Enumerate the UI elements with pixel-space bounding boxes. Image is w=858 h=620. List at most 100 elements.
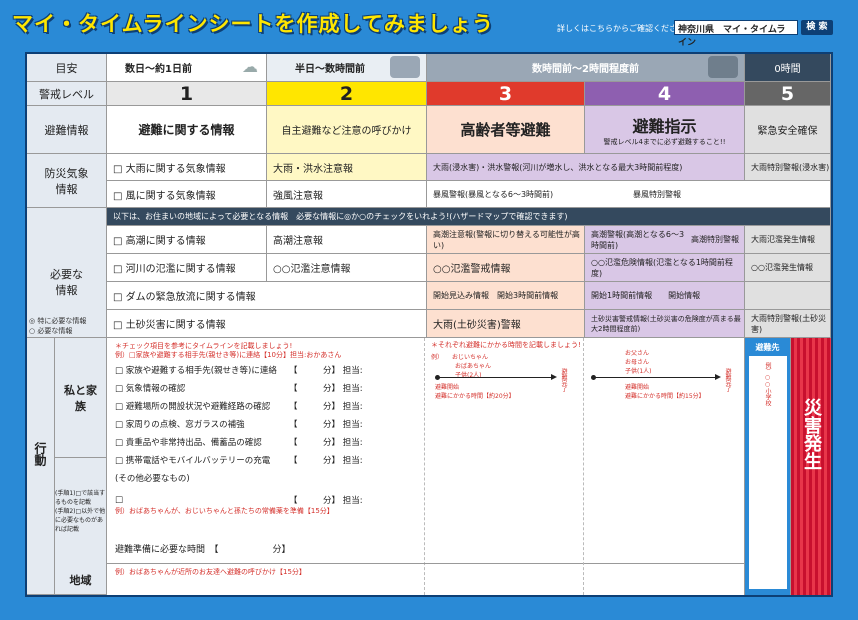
timeline-col-2-text: 半日〜数時間前	[295, 64, 365, 75]
task-label: □ 家族や避難する相手先(親せき等)に連絡	[115, 366, 277, 376]
ex1-people: 例） おじいちゃん おばあちゃん 子供(2人)	[431, 354, 492, 379]
family-tasks: ＊チェック項目を参考にタイムラインを記載しましょう! 例）□家族や避難する相手先…	[107, 338, 425, 595]
task-minutes[interactable]: 【 分】 担当:	[289, 364, 363, 376]
notice-spacer	[27, 208, 107, 226]
rain-info-check[interactable]: □ 大雨に関する気象情報	[107, 154, 267, 181]
river-info-check[interactable]: □ 河川の氾濫に関する情報	[107, 254, 267, 282]
ex2-people: お父さん お母さん 子供(1人)	[625, 350, 652, 375]
task-label: □ 避難場所の開設状況や避難経路の確認	[115, 402, 271, 412]
task-example: 例）□家族や避難する相手先(親せき等)に連絡【10分】担当:おかあさん	[115, 351, 342, 359]
task-item[interactable]: □ 家族や避難する相手先(親せき等)に連絡 【 分】 担当:	[115, 362, 421, 378]
task-label: □	[115, 495, 124, 505]
task-label: □ 気象情報の確認	[115, 384, 186, 394]
destination-input[interactable]: 例）○○小学校	[749, 356, 787, 589]
task-label: □ 携帯電話やモバイルバッテリーの充電	[115, 456, 271, 466]
timeline-row: 目安 数日〜約1日前 ☁ 半日〜数時間前 数時間前〜2時間程度前 0時間	[27, 54, 831, 82]
level-1: 1	[107, 82, 267, 106]
task-label: □ 貴重品や非常持出品、備蓄品の確認	[115, 438, 262, 448]
evac-info-l2: 自主避難など注意の呼びかけ	[267, 106, 427, 154]
search-button[interactable]: 検 索	[801, 20, 833, 35]
task-item[interactable]: □ 家周りの点検、窓ガラスの補強 【 分】 担当:	[115, 416, 421, 432]
timeline-col-3: 数時間前〜2時間程度前	[427, 54, 745, 82]
task-item[interactable]: (その他必要なもの)	[115, 470, 421, 486]
river-l3: ○○氾濫警戒情報	[427, 254, 585, 282]
dam-info-check[interactable]: □ ダムの緊急放流に関する情報	[107, 282, 427, 310]
action-label-text: 行動	[33, 442, 47, 466]
needed-row-landslide: □ 土砂災害に関する情報 大雨(土砂災害)警報 土砂災害警戒情報(土砂災害の危険…	[27, 310, 831, 338]
landslide-l3: 大雨(土砂災害)警報	[427, 310, 585, 338]
task-minutes[interactable]: 【 分】 担当:	[289, 454, 363, 466]
landslide-info-check[interactable]: □ 土砂災害に関する情報	[107, 310, 427, 338]
level-2: 2	[267, 82, 427, 106]
task-minutes[interactable]: 【 分】 担当:	[289, 400, 363, 412]
task-minutes[interactable]: 【 分】 担当:	[289, 436, 363, 448]
search-note: 詳しくはこちらからご確認ください	[557, 24, 685, 33]
area-label: 地域	[55, 565, 107, 595]
rain-cloud-icon	[708, 56, 738, 78]
needed-row-dam: □ ダムの緊急放流に関する情報 開始見込み情報 開始3時間前情報 開始1時間前情…	[27, 282, 831, 310]
wind-l2: 強風注意報	[267, 181, 427, 208]
other-example: 例）おばあちゃんが、おじいちゃんと孫たちの常備薬を準備【15分】	[115, 507, 334, 515]
timeline-col-1-text: 数日〜約1日前	[125, 64, 192, 75]
river-l5: ○○氾濫発生情報	[745, 254, 831, 282]
notice-row: 以下は、お住まいの地域によって必要となる情報 必要な情報に◎か○のチェックをいれ…	[27, 208, 831, 226]
task-item[interactable]: □ 携帯電話やモバイルバッテリーの充電 【 分】 担当:	[115, 452, 421, 468]
rain-l3: 大雨(浸水害)・洪水警報(河川が増水し、洪水となる最大3時間前程度)	[427, 154, 745, 181]
mid-hint: ＊それぞれ避難にかかる時間を記載しましょう!	[431, 341, 581, 349]
wind-l3: 暴風警報(暴風となる6〜3時間前)	[427, 181, 627, 208]
disaster-banner: 災害発生	[791, 338, 831, 595]
evac-info-l4-main: 避難指示	[632, 116, 697, 136]
evac-info-l4-sub: 警戒レベル4までに必ず避難すること!!	[603, 137, 726, 146]
needed-row-tide: □ 高潮に関する情報 高潮注意報 高潮注意報(警報に切り替える可能性が高い) 高…	[27, 226, 831, 254]
timeline-col-3-text: 数時間前〜2時間程度前	[532, 64, 639, 75]
tide-l5: 大雨氾濫発生情報	[745, 226, 831, 254]
destination-example: 例）○○小学校	[764, 362, 771, 406]
tide-info-check[interactable]: □ 高潮に関する情報	[107, 226, 267, 254]
tide-l4b: 高潮特別警報	[685, 226, 745, 254]
landslide-l5: 大雨特別警報(土砂災害)	[745, 310, 831, 338]
task-label: (その他必要なもの)	[115, 474, 190, 484]
level-4: 4	[585, 82, 745, 106]
prep-time[interactable]: 避難準備に必要な時間 【 分】	[115, 542, 291, 555]
ex2-arrow	[593, 374, 721, 380]
ex1-note: 避難開始 避難にかかる時間【約20分】	[435, 384, 515, 400]
timeline-col-1: 数日〜約1日前 ☁	[107, 54, 267, 82]
task-item[interactable]: □ 貴重品や非常持出品、備蓄品の確認 【 分】 担当:	[115, 434, 421, 450]
wind-info-check[interactable]: □ 風に関する気象情報	[107, 181, 267, 208]
tide-l3: 高潮注意報(警報に切り替える可能性が高い)	[427, 226, 585, 254]
weather-wind-row: □ 風に関する気象情報 強風注意報 暴風警報(暴風となる6〜3時間前) 暴風特別…	[27, 181, 831, 208]
evac-info-l3: 高齢者等避難	[427, 106, 585, 154]
task-minutes[interactable]: 【 分】 担当:	[289, 382, 363, 394]
task-minutes[interactable]: 【 分】 担当:	[289, 494, 363, 506]
evac-info-l4: 避難指示 警戒レベル4までに必ず避難すること!!	[585, 106, 745, 154]
task-minutes[interactable]: 【 分】 担当:	[289, 418, 363, 430]
needed-row-river: □ 河川の氾濫に関する情報 ○○氾濫注意情報 ○○氾濫警戒情報 ○○氾濫危険情報…	[27, 254, 831, 282]
timeline-col-4: 0時間	[745, 54, 831, 82]
destination-column: 避難先 例）○○小学校	[745, 338, 791, 595]
rain-cloud-icon: ☁	[242, 57, 258, 76]
area-example: 例）おばあちゃんが近所のお友達へ避難の呼びかけ【15分】	[115, 568, 306, 576]
evac-info-label: 避難情報	[27, 106, 107, 154]
level-row: 警戒レベル 1 2 3 4 5	[27, 82, 831, 106]
river-l4: ○○氾濫危険情報(氾濫となる1時間前程度)	[585, 254, 745, 282]
action-section: 行動 (手順1)□で該当するものを記載 (手順2)□以外で他に必要なものがあれば…	[27, 338, 831, 595]
dam-l4: 開始1時間前情報 開始情報	[585, 282, 745, 310]
disaster-text: 災害発生	[801, 398, 822, 470]
task-label: □ 家周りの点検、窓ガラスの補強	[115, 420, 245, 430]
tide-l4a: 高潮警報(高潮となる6〜3時間前)	[585, 226, 685, 254]
timeline-sheet: 目安 数日〜約1日前 ☁ 半日〜数時間前 数時間前〜2時間程度前 0時間 警戒レ…	[25, 52, 833, 597]
timeline-col-2: 半日〜数時間前	[267, 54, 427, 82]
task-item[interactable]: □ 避難場所の開設状況や避難経路の確認 【 分】 担当:	[115, 398, 421, 414]
rain-cloud-icon	[390, 56, 420, 78]
dam-l3: 開始見込み情報 開始3時間前情報	[427, 282, 585, 310]
page-title: マイ・タイムラインシートを作成してみましょう	[12, 12, 494, 36]
landslide-l4: 土砂災害警戒情報(土砂災害の危険度が高まる最大2時間程度前)	[585, 310, 745, 338]
level-label: 警戒レベル	[27, 82, 107, 106]
search-input[interactable]: 神奈川県 マイ・タイムライン	[674, 20, 798, 48]
ex1-arrow	[437, 374, 557, 380]
ex2-end: 避難完了	[724, 368, 731, 392]
river-l2: ○○氾濫注意情報	[267, 254, 427, 282]
ex2-note: 避難開始 避難にかかる時間【約15分】	[625, 384, 705, 400]
task-item[interactable]: □ 気象情報の確認 【 分】 担当:	[115, 380, 421, 396]
weather-rain-row: □ 大雨に関する気象情報 大雨・洪水注意報 大雨(浸水害)・洪水警報(河川が増水…	[27, 154, 831, 181]
